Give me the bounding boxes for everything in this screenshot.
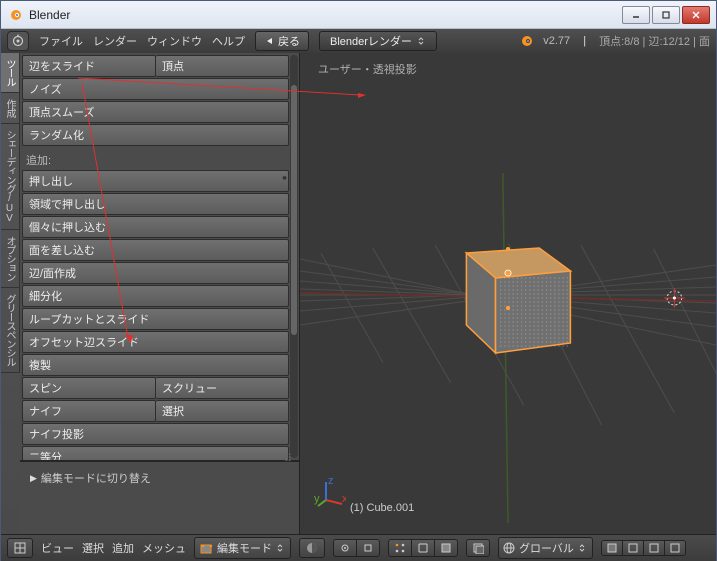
btn-vertex[interactable]: 頂点: [156, 55, 289, 77]
minimize-button[interactable]: [622, 6, 650, 24]
svg-text:y: y: [314, 493, 320, 505]
version-label: v2.77: [543, 35, 570, 47]
toolshelf-tabs: ツール 作成 シェーディング/UV オプション グリースペンシル: [1, 53, 20, 534]
render-engine-label: Blenderレンダー: [330, 33, 412, 49]
cube-object: [466, 247, 570, 353]
back-label: 戻る: [278, 33, 300, 49]
viewport-canvas: [300, 53, 716, 534]
mode-label: 編集モード: [217, 540, 272, 556]
menu-help[interactable]: ヘルプ: [212, 33, 245, 49]
svg-text:x: x: [342, 493, 346, 505]
btn-make-edge-face[interactable]: 辺/面作成: [22, 262, 289, 284]
window-title: Blender: [29, 8, 622, 22]
btn-knife[interactable]: ナイフ: [22, 400, 156, 422]
editor-type-button[interactable]: [7, 31, 29, 51]
vtab-option[interactable]: オプション: [1, 230, 20, 288]
editor-type-3dview[interactable]: [7, 538, 33, 558]
axis-gizmo-icon: x y z: [314, 478, 346, 510]
vtab-create[interactable]: 作成: [1, 93, 20, 124]
btn-knife-select[interactable]: 選択: [156, 400, 289, 422]
projection-label: ユーザー・透視投影: [318, 61, 417, 77]
btn-randomize[interactable]: ランダム化: [22, 124, 289, 146]
menu-mesh[interactable]: メッシュ: [142, 540, 186, 556]
btn-subdivide[interactable]: 細分化: [22, 285, 289, 307]
back-arrow-icon: [264, 36, 274, 46]
blender-app-icon: [7, 7, 23, 23]
btn-extrude-individual[interactable]: 個々に押し込む: [22, 216, 289, 238]
disclosure-triangle-icon[interactable]: ▶: [30, 473, 37, 484]
layer-btn-2[interactable]: [622, 540, 643, 556]
app-window: Blender ファイル レンダー ウィンドウ ヘルプ 戻る Blenderレン…: [0, 0, 717, 561]
manipulate-center-button[interactable]: [356, 539, 380, 557]
pivot-button[interactable]: [333, 539, 356, 557]
menu-file[interactable]: ファイル: [39, 33, 83, 49]
chevron-updown-icon: [276, 543, 284, 553]
operator-title: 編集モードに切り替え: [41, 470, 151, 486]
transform-orientation-dropdown[interactable]: グローバル: [498, 537, 593, 559]
btn-noise[interactable]: ノイズ: [22, 78, 289, 100]
vtab-tool[interactable]: ツール: [1, 53, 20, 93]
vertex-select-button[interactable]: [388, 539, 411, 557]
orientation-label: グローバル: [519, 540, 574, 556]
maximize-button[interactable]: [652, 6, 680, 24]
btn-inset[interactable]: 面を差し込む: [22, 239, 289, 261]
3d-viewport[interactable]: ユーザー・透視投影 (1) Cube.001 x y z: [300, 53, 716, 534]
back-button[interactable]: 戻る: [255, 31, 309, 51]
vtab-grease-pencil[interactable]: グリースペンシル: [1, 288, 20, 373]
btn-extrude[interactable]: 押し出し: [22, 170, 289, 192]
operator-panel: ⠿ ▶ 編集モードに切り替え: [20, 460, 299, 534]
menu-select[interactable]: 選択: [82, 540, 104, 556]
shading-mode-button[interactable]: [299, 538, 325, 558]
toolshelf: 辺をスライド 頂点 ノイズ 頂点スムーズ ランダム化 追加: 押し出し 領域で押…: [20, 53, 300, 534]
info-header: ファイル レンダー ウィンドウ ヘルプ 戻る Blenderレンダー v2.77…: [1, 29, 716, 53]
globe-icon: [503, 542, 515, 554]
view3d-header: ビュー 選択 追加 メッシュ 編集モード グローバル: [1, 534, 716, 561]
layer-btn-4[interactable]: [664, 540, 686, 556]
btn-loopcut-slide[interactable]: ループカットとスライド: [22, 308, 289, 330]
toolshelf-scrollbar[interactable]: [290, 55, 298, 458]
vtab-shading-uv[interactable]: シェーディング/UV: [1, 124, 20, 230]
label-add: 追加:: [26, 152, 289, 168]
chevron-updown-icon: [578, 543, 586, 553]
btn-bisect[interactable]: 二等分: [22, 446, 289, 460]
menu-view[interactable]: ビュー: [41, 540, 74, 556]
blender-logo-icon: [519, 34, 533, 48]
chevron-updown-icon: [416, 36, 426, 46]
btn-knife-project[interactable]: ナイフ投影: [22, 423, 289, 445]
window-controls: [622, 6, 710, 24]
btn-offset-edge-slide[interactable]: オフセット辺スライド: [22, 331, 289, 353]
pivot-group: [333, 539, 380, 557]
mode-dropdown[interactable]: 編集モード: [194, 537, 291, 559]
close-button[interactable]: [682, 6, 710, 24]
menu-add[interactable]: 追加: [112, 540, 134, 556]
btn-screw[interactable]: スクリュー: [156, 377, 289, 399]
btn-extrude-region[interactable]: 領域で押し出し: [22, 193, 289, 215]
scrollbar-thumb[interactable]: [291, 85, 297, 335]
svg-text:z: z: [328, 478, 334, 487]
titlebar: Blender: [1, 1, 716, 29]
limit-selection-button[interactable]: [466, 539, 490, 557]
menu-render[interactable]: レンダー: [93, 33, 137, 49]
edge-select-button[interactable]: [411, 539, 434, 557]
face-select-button[interactable]: [434, 539, 458, 557]
editmode-icon: [199, 541, 213, 555]
render-engine-dropdown[interactable]: Blenderレンダー: [319, 31, 437, 51]
active-object-label: (1) Cube.001: [350, 502, 414, 514]
layer-btn-3[interactable]: [643, 540, 664, 556]
btn-duplicate[interactable]: 複製: [22, 354, 289, 376]
scene-stats: 頂点:8/8 | 辺:12/12 | 面: [599, 33, 710, 49]
layers-buttons: [601, 540, 686, 556]
main-area: ツール 作成 シェーディング/UV オプション グリースペンシル 辺をスライド …: [1, 53, 716, 534]
layer-btn-1[interactable]: [601, 540, 622, 556]
menu-window[interactable]: ウィンドウ: [147, 33, 202, 49]
btn-vertex-smooth[interactable]: 頂点スムーズ: [22, 101, 289, 123]
panel-grip-icon[interactable]: ⠿: [284, 452, 293, 465]
btn-edge-slide[interactable]: 辺をスライド: [22, 55, 156, 77]
btn-spin[interactable]: スピン: [22, 377, 156, 399]
select-mode-group: [388, 539, 458, 557]
